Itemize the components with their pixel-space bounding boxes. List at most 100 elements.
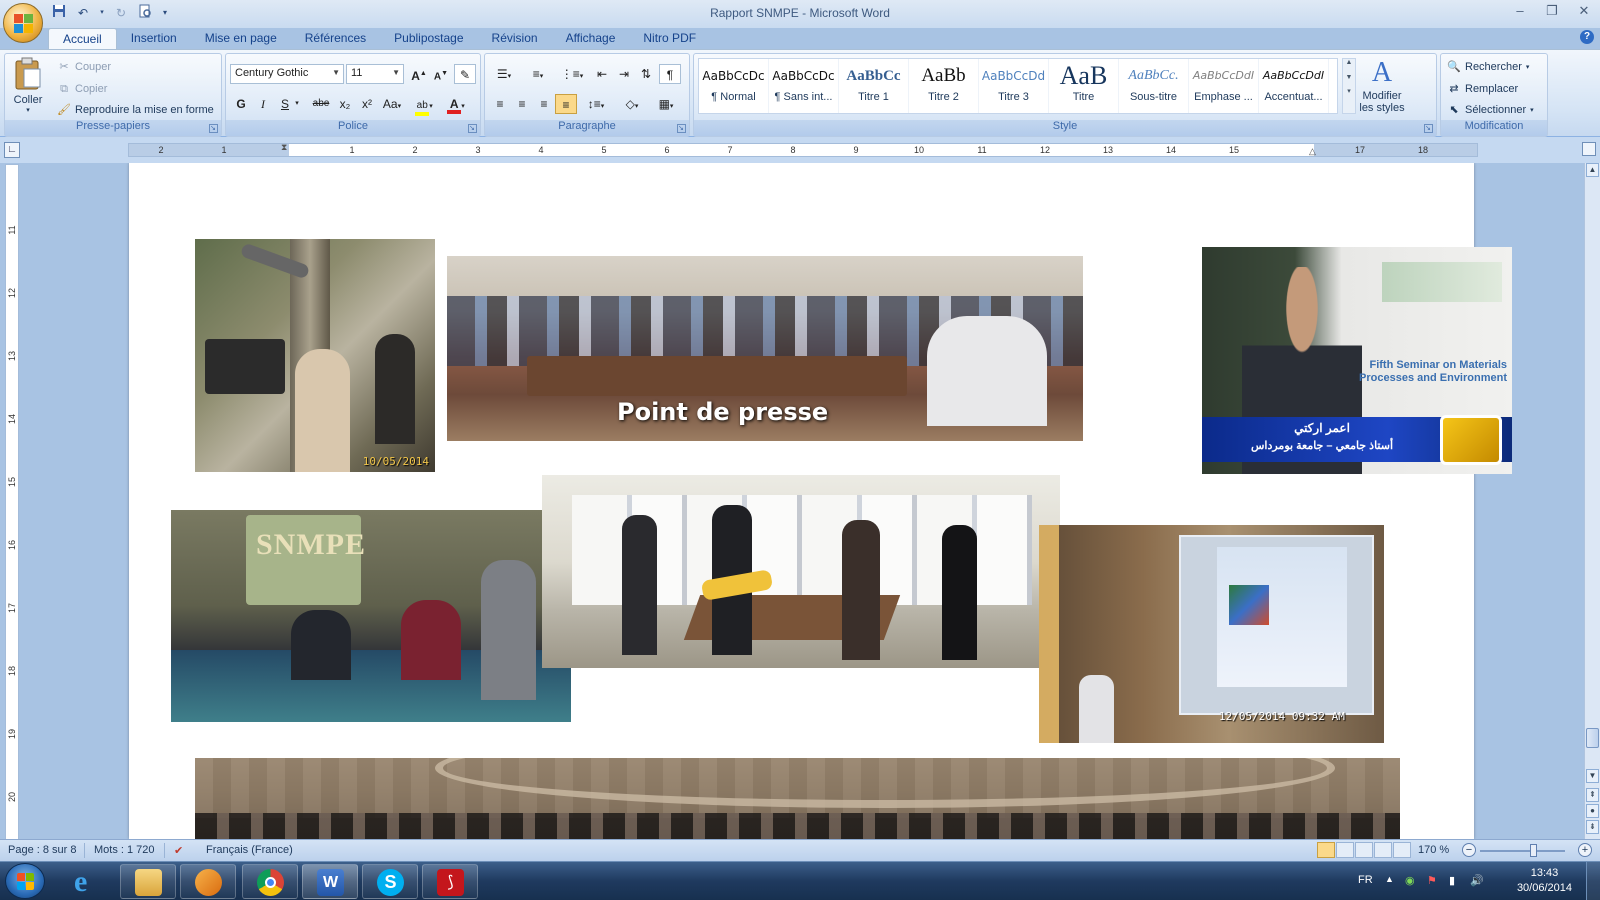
media-player-app[interactable] (180, 864, 236, 899)
zoom-slider-thumb[interactable] (1530, 844, 1537, 857)
scroll-down-icon[interactable]: ▼ (1586, 769, 1599, 783)
tab-nitro-pdf[interactable]: Nitro PDF (629, 28, 710, 50)
style-emphase[interactable]: AaBbCcDdI Emphase ... (1189, 59, 1259, 113)
draft-view-button[interactable] (1393, 842, 1411, 858)
zoom-slider[interactable] (1480, 850, 1565, 852)
zoom-in-icon[interactable]: + (1578, 843, 1592, 857)
styles-launcher-icon[interactable]: ↘ (1424, 124, 1433, 133)
change-case-button[interactable]: Aa▾ (378, 94, 406, 114)
vertical-ruler[interactable]: 11 12 13 14 15 16 17 18 19 20 (5, 164, 19, 840)
grow-font-button[interactable]: A▲ (408, 64, 430, 84)
shrink-font-button[interactable]: A▼ (430, 64, 452, 84)
zoom-level[interactable]: 170 % (1418, 844, 1449, 856)
multilevel-list-button[interactable]: ⋮≡▾ (557, 64, 587, 84)
paste-dropdown-icon[interactable]: ▾ (9, 106, 47, 114)
help-icon[interactable]: ? (1580, 30, 1594, 44)
print-layout-view-button[interactable] (1317, 842, 1335, 858)
style-accentuation[interactable]: AaBbCcDdI Accentuat... (1259, 59, 1329, 113)
browse-object-icon[interactable]: ● (1586, 804, 1599, 818)
language-status[interactable]: Français (France) (206, 844, 293, 856)
font-size-select[interactable]: 11 ▼ (346, 64, 404, 84)
subscript-button[interactable]: x₂ (334, 94, 356, 114)
numbering-button[interactable]: ≡▾ (523, 64, 553, 84)
highlight-button[interactable]: ab▾ (410, 94, 438, 116)
sort-button[interactable]: ⇅ (635, 64, 657, 84)
scroll-up-icon[interactable]: ▲ (1586, 163, 1599, 177)
skype-app[interactable]: S (362, 864, 418, 899)
tab-revision[interactable]: Révision (478, 28, 552, 50)
style-titre[interactable]: AaB Titre (1049, 59, 1119, 113)
interviewee-photo[interactable]: Fifth Seminar on Materials Processes and… (1202, 247, 1512, 474)
style-titre-2[interactable]: AaBb Titre 2 (909, 59, 979, 113)
style-normal[interactable]: AaBbCcDc ¶ Normal (699, 59, 769, 113)
opening-ceremony-photo[interactable]: SNMPE (171, 510, 571, 722)
style-titre-1[interactable]: AaBbCc Titre 1 (839, 59, 909, 113)
word-app[interactable]: W (302, 864, 358, 899)
view-ruler-icon[interactable] (1582, 142, 1596, 156)
previous-page-icon[interactable]: ⇞ (1586, 788, 1599, 802)
tab-insertion[interactable]: Insertion (117, 28, 191, 50)
replace-button[interactable]: ⇄ Remplacer (1447, 82, 1518, 96)
align-center-button[interactable]: ≡ (511, 94, 533, 114)
change-styles-button[interactable]: A Modifier les styles (1354, 56, 1410, 114)
cut-button[interactable]: ✂ Couper (57, 60, 111, 74)
web-layout-view-button[interactable] (1355, 842, 1373, 858)
underline-dropdown-icon[interactable]: ▾ (292, 94, 302, 114)
show-desktop-button[interactable] (1586, 862, 1600, 900)
format-painter-button[interactable]: 🖌 Reproduire la mise en forme (57, 103, 214, 117)
tab-mise-en-page[interactable]: Mise en page (191, 28, 291, 50)
superscript-button[interactable]: x² (356, 94, 378, 114)
group-photo[interactable] (195, 758, 1400, 839)
action-center-icon[interactable]: ⚑ (1427, 874, 1437, 887)
select-button[interactable]: ⬉ Sélectionner ▾ (1447, 103, 1533, 117)
style-titre-3[interactable]: AaBbCcDd Titre 3 (979, 59, 1049, 113)
horizontal-ruler[interactable]: 2 1 ⧗ 1 2 3 4 5 6 7 8 9 10 11 12 13 14 1… (128, 142, 1478, 157)
align-right-button[interactable]: ≡ (533, 94, 555, 114)
tab-references[interactable]: Références (291, 28, 380, 50)
document-page[interactable]: 10/05/2014 Point de presse Fifth Seminar… (129, 163, 1512, 839)
bullets-button[interactable]: ☰▾ (489, 64, 519, 84)
vertical-scrollbar[interactable]: ▲ ▼ ⇞ ● ⇟ (1584, 163, 1600, 839)
restore-button[interactable]: ❐ (1536, 0, 1568, 22)
office-button[interactable] (3, 3, 43, 43)
copy-button[interactable]: ⧉ Copier (57, 82, 107, 96)
keyboard-language[interactable]: FR (1358, 874, 1373, 886)
show-hidden-icons-icon[interactable]: ▲ (1385, 874, 1394, 884)
scroll-thumb[interactable] (1586, 728, 1599, 748)
page-count[interactable]: Page : 8 sur 8 (8, 844, 77, 856)
start-button[interactable] (5, 863, 45, 899)
font-color-button[interactable]: A ▾ (442, 94, 470, 114)
strikethrough-button[interactable]: abe (308, 94, 334, 114)
borders-button[interactable]: ▦▾ (651, 94, 681, 114)
tab-selector-icon[interactable]: ∟ (4, 142, 20, 158)
paste-button[interactable]: Coller ▾ (9, 57, 47, 114)
line-spacing-button[interactable]: ↕≡▾ (581, 94, 611, 114)
chrome-app[interactable] (242, 864, 298, 899)
zoom-out-icon[interactable]: − (1462, 843, 1476, 857)
right-indent-marker-icon[interactable]: △ (1309, 146, 1316, 157)
font-launcher-icon[interactable]: ↘ (468, 124, 477, 133)
paragraph-launcher-icon[interactable]: ↘ (677, 124, 686, 133)
internet-explorer-app[interactable]: e (60, 864, 116, 899)
signal-icon[interactable]: ▮ (1449, 874, 1455, 887)
clock[interactable]: 13:43 30/06/2014 (1517, 866, 1572, 896)
network-globe-icon[interactable]: ◉ (1405, 874, 1415, 887)
tv-interview-photo[interactable]: 10/05/2014 (195, 239, 435, 472)
decrease-indent-button[interactable]: ⇤ (591, 64, 613, 84)
file-explorer-app[interactable] (120, 864, 176, 899)
poster-session-photo[interactable] (542, 475, 1060, 668)
shading-button[interactable]: ◇▾ (617, 94, 647, 114)
align-left-button[interactable]: ≡ (489, 94, 511, 114)
word-count[interactable]: Mots : 1 720 (94, 844, 155, 856)
next-page-icon[interactable]: ⇟ (1586, 820, 1599, 834)
outline-view-button[interactable] (1374, 842, 1392, 858)
font-family-select[interactable]: Century Gothic ▼ (230, 64, 344, 84)
style-sans-interligne[interactable]: AaBbCcDc ¶ Sans int... (769, 59, 839, 113)
full-screen-view-button[interactable] (1336, 842, 1354, 858)
volume-icon[interactable]: 🔊 (1470, 874, 1484, 887)
minimize-button[interactable]: – (1504, 0, 1536, 22)
italic-button[interactable]: I (252, 94, 274, 114)
tab-affichage[interactable]: Affichage (552, 28, 630, 50)
find-button[interactable]: 🔍 Rechercher ▾ (1447, 60, 1529, 74)
justify-button[interactable]: ≡ (555, 94, 577, 114)
